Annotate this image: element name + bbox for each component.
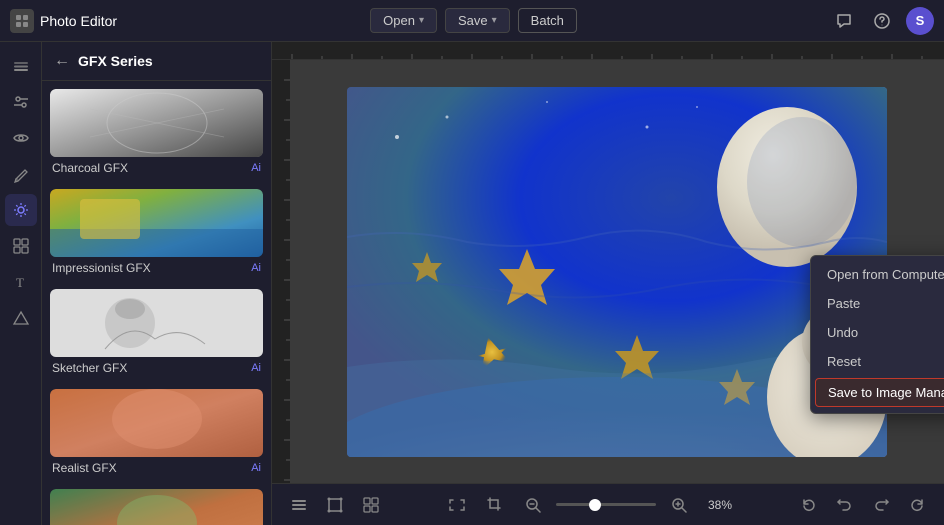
sidebar-item-realist[interactable]: Realist GFX Ai bbox=[50, 389, 263, 481]
adjustments-tool-button[interactable] bbox=[5, 86, 37, 118]
text-tool-button[interactable]: T bbox=[5, 266, 37, 298]
icon-bar: T bbox=[0, 42, 42, 525]
save-button[interactable]: Save ▾ bbox=[445, 8, 510, 33]
rotate-ccw-button[interactable] bbox=[794, 490, 824, 520]
charcoal-thumbnail bbox=[50, 89, 263, 157]
sidebar-items-list: Charcoal GFXAiImpressionist GFXAiSketche… bbox=[42, 81, 271, 525]
sidebar-header: ← GFX Series bbox=[42, 42, 271, 81]
save-chevron: ▾ bbox=[492, 15, 497, 26]
sketcher-ai-badge: Ai bbox=[251, 362, 261, 374]
help-icon-button[interactable] bbox=[868, 7, 896, 35]
charcoal-label: Charcoal GFX bbox=[52, 161, 128, 175]
transform-button[interactable] bbox=[320, 490, 350, 520]
main-area: T ← GFX Series Charcoal GFXAiImpressioni… bbox=[0, 42, 944, 525]
canvas-image bbox=[347, 87, 887, 457]
context-reset[interactable]: Reset bbox=[811, 347, 944, 376]
redo-history-button[interactable] bbox=[866, 490, 896, 520]
context-undo[interactable]: Undo bbox=[811, 318, 944, 347]
sidebar-item-impressionist[interactable]: Impressionist GFX Ai bbox=[50, 189, 263, 281]
zoom-slider[interactable] bbox=[556, 503, 656, 506]
charcoal-ai-badge: Ai bbox=[251, 162, 261, 174]
app-title: Photo Editor bbox=[40, 13, 117, 29]
batch-button[interactable]: Batch bbox=[518, 8, 577, 33]
eye-tool-button[interactable] bbox=[5, 122, 37, 154]
layers-tool-button[interactable] bbox=[5, 50, 37, 82]
realist-label: Realist GFX bbox=[52, 461, 117, 475]
zoom-out-button[interactable] bbox=[518, 490, 548, 520]
sidebar-item-cartoonizer[interactable]: Cartoonizer GFX 1Ai bbox=[50, 489, 263, 525]
impressionist-ai-badge: Ai bbox=[251, 262, 261, 274]
grid-tool-button[interactable] bbox=[5, 230, 37, 262]
svg-text:T: T bbox=[16, 275, 24, 290]
crop-button[interactable] bbox=[480, 490, 510, 520]
open-button[interactable]: Open ▾ bbox=[370, 8, 437, 33]
sketcher-label: Sketcher GFX bbox=[52, 361, 127, 375]
zoom-percent: 38% bbox=[702, 498, 738, 512]
header: Photo Editor Open ▾ Save ▾ Batch S bbox=[0, 0, 944, 42]
realist-thumbnail bbox=[50, 389, 263, 457]
sketcher-thumbnail bbox=[50, 289, 263, 357]
canvas-content[interactable]: Open from Computer Paste Undo Reset Save… bbox=[290, 60, 944, 483]
ruler-top-svg: × bbox=[272, 42, 944, 60]
sidebar-title: GFX Series bbox=[78, 53, 153, 69]
effects-tool-button[interactable] bbox=[5, 194, 37, 226]
sidebar-back-button[interactable]: ← bbox=[54, 52, 70, 70]
sidebar-item-charcoal[interactable]: Charcoal GFX Ai bbox=[50, 89, 263, 181]
canvas-artwork bbox=[347, 87, 887, 457]
impressionist-label: Impressionist GFX bbox=[52, 261, 151, 275]
header-icons: S bbox=[830, 7, 934, 35]
layers-view-button[interactable] bbox=[284, 490, 314, 520]
user-avatar[interactable]: S bbox=[906, 7, 934, 35]
shapes-tool-button[interactable] bbox=[5, 302, 37, 334]
chat-icon-button[interactable] bbox=[830, 7, 858, 35]
bottom-toolbar: 38% bbox=[272, 483, 944, 525]
undo-history-button[interactable] bbox=[830, 490, 860, 520]
fit-width-button[interactable] bbox=[442, 490, 472, 520]
cartoonizer-thumbnail bbox=[50, 489, 263, 525]
rotate-cw-button[interactable] bbox=[902, 490, 932, 520]
bottom-left-tools bbox=[284, 490, 386, 520]
sidebar-item-sketcher[interactable]: Sketcher GFX Ai bbox=[50, 289, 263, 381]
logo-icon bbox=[10, 9, 34, 33]
context-save-to-image-manager[interactable]: Save to Image Manager bbox=[815, 378, 944, 407]
context-paste[interactable]: Paste bbox=[811, 289, 944, 318]
ruler-left-svg bbox=[272, 60, 290, 483]
canvas-area: × bbox=[272, 42, 944, 525]
zoom-in-button[interactable] bbox=[664, 490, 694, 520]
app-logo: Photo Editor bbox=[10, 9, 117, 33]
open-chevron: ▾ bbox=[419, 15, 424, 26]
context-open-computer[interactable]: Open from Computer bbox=[811, 260, 944, 289]
sidebar-panel: ← GFX Series Charcoal GFXAiImpressionist… bbox=[42, 42, 272, 525]
ruler-left bbox=[272, 60, 290, 483]
realist-ai-badge: Ai bbox=[251, 462, 261, 474]
context-menu: Open from Computer Paste Undo Reset Save… bbox=[810, 255, 944, 414]
grid-view-button[interactable] bbox=[356, 490, 386, 520]
bottom-center-controls: 38% bbox=[442, 490, 738, 520]
ruler-top: × bbox=[272, 42, 944, 60]
bottom-right-tools bbox=[794, 490, 932, 520]
brush-tool-button[interactable] bbox=[5, 158, 37, 190]
impressionist-thumbnail bbox=[50, 189, 263, 257]
